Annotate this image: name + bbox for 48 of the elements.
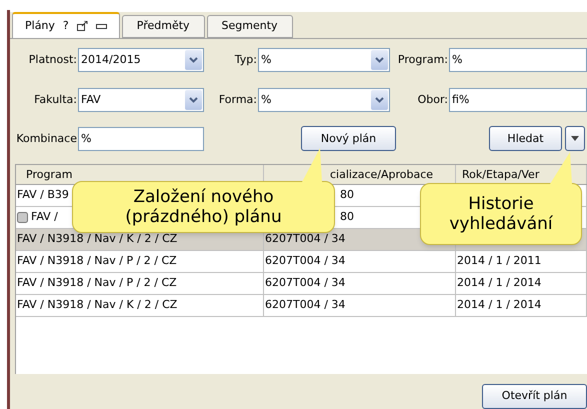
table-cell-text: 6207T004 / 34 [265,297,346,314]
table-cell-text: FAV / N3918 / Nav / P / 2 / CZ [17,275,177,292]
input-field[interactable]: fi% [449,88,587,112]
combo-box[interactable]: % [258,88,390,112]
table-cell-text: 6207T004 / 34 [265,231,346,248]
table-cell-text: FAV / N3918 / Nav / K / 2 / CZ [17,297,178,314]
table-row[interactable]: FAV / N3918 / Nav / K / 2 / CZ 6207T004 / 34 2014 / 1 / 2014 [16,294,587,317]
dropdown-button[interactable] [565,126,585,152]
tab[interactable]: Plány ? [12,12,120,38]
caret-icon [571,136,579,142]
table-cell-text: FAV / N3918 / Nav / K / 2 / CZ [17,231,178,248]
table-cell-text: 6207T004 / 34 [265,275,346,292]
undock-icon[interactable] [76,21,88,31]
table-cell-text: 2014 / 1 / 2014 [457,297,542,314]
field-label: Program: [396,52,449,68]
tab[interactable]: Segmenty [206,15,293,38]
table-cell-text: FAV / B39 [17,187,69,204]
table-row[interactable]: FAV / N3918 / Nav / P / 2 / CZ 6207T004 / 34 2014 / 1 / 2014 [16,272,587,295]
table-cell-text: 80 [340,209,354,226]
tooltip-pointer [300,148,324,182]
help-link[interactable]: ? [62,18,69,34]
table-cell-text: 2014 / 1 / 2011 [457,253,542,270]
open-plan-button[interactable]: Otevřít plán [482,384,587,409]
tab[interactable]: Předměty [122,15,205,38]
hint-tooltip: Založení nového (prázdného) plánu [72,181,335,233]
combo-box[interactable]: FAV [78,88,204,112]
field-label: Fakulta: [33,92,78,108]
table-cell-text: 6207T004 / 34 [265,253,346,270]
table-cell-text: FAV / N3918 / Nav / P / 2 / CZ [17,253,177,270]
search-button[interactable]: Hledat [489,126,562,152]
field-label: Forma: [218,92,258,108]
table-row[interactable]: FAV / N3918 / Nav / P / 2 / CZ 6207T004 / 34 2014 / 1 / 2011 [16,250,587,273]
combo-box[interactable]: % [258,48,390,72]
field-label: Typ: [234,52,258,68]
table-cell-text: 80 [340,187,354,204]
table-cell-text: FAV / [31,209,58,226]
hint-tooltip: Historie vyhledávání [420,183,582,245]
table-cell-text: 2014 / 1 / 2014 [457,275,542,292]
input-field[interactable]: % [449,48,587,72]
input-field[interactable]: % [78,126,204,151]
field-label: Obor: [416,92,449,108]
new-plan-button[interactable]: Nový plán [301,126,396,152]
tooltip-pointer [550,152,574,184]
field-label: Platnost: [28,52,78,68]
field-label: Kombinace [15,130,78,147]
node-icon[interactable] [17,212,28,223]
combo-box[interactable]: 2014/2015 [78,48,204,72]
minimize-icon[interactable] [96,24,107,28]
